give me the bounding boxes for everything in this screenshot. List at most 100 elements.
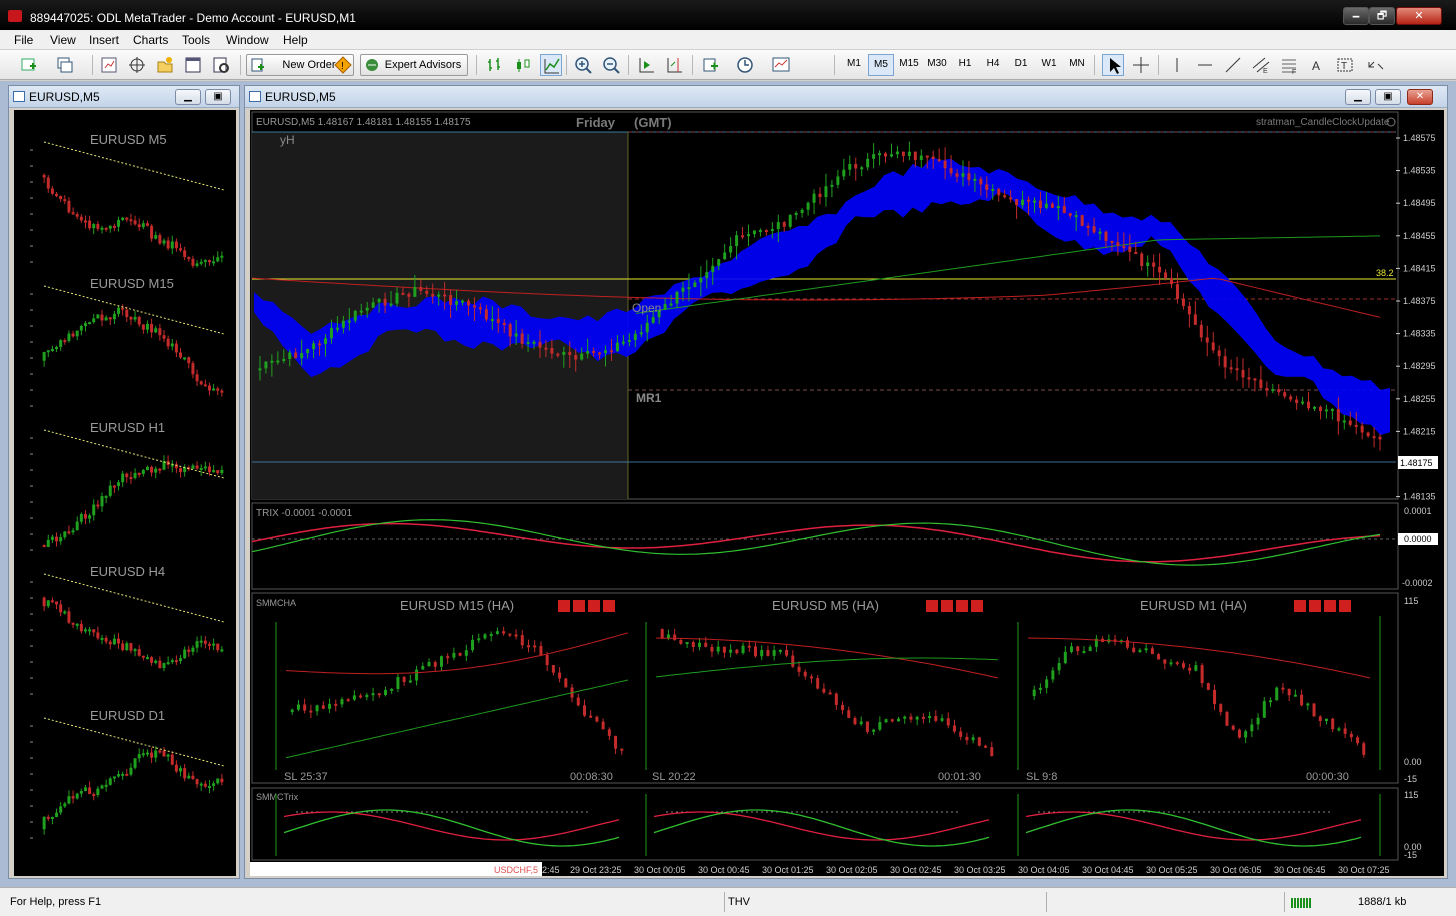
minimize-button[interactable]: 🗕: [1343, 7, 1369, 25]
menu-view[interactable]: View: [50, 33, 76, 47]
periods-icon[interactable]: [734, 54, 756, 76]
left-chart-canvas[interactable]: EURUSD M5 EURUSD M15 EURUSD H1 EURUSD H4…: [14, 110, 236, 876]
terminal-icon[interactable]: [182, 54, 204, 76]
main-chart-close-button[interactable]: ✕: [1407, 89, 1433, 105]
candle-body: [1076, 646, 1080, 652]
arrows-icon[interactable]: [1364, 54, 1386, 76]
auto-scroll-icon[interactable]: [636, 54, 658, 76]
trendline-icon[interactable]: [1222, 54, 1244, 76]
left-chart-window[interactable]: EURUSD,M5 ▁ ▣ EURUSD M5 EURUSD M15 EURUS…: [8, 85, 240, 879]
main-price-chart: EURUSD,M5 1.48167 1.48181 1.48155 1.4817…: [250, 111, 1438, 876]
profiles-icon[interactable]: [54, 54, 76, 76]
candle-body: [884, 153, 888, 157]
candle-body: [466, 300, 470, 306]
candle-body: [179, 468, 183, 473]
candle-body: [1237, 729, 1241, 738]
left-chart-maximize-button[interactable]: ▣: [205, 89, 231, 105]
zoom-out-icon[interactable]: [600, 54, 622, 76]
zoom-in-icon[interactable]: [572, 54, 594, 76]
candle-body: [1217, 350, 1221, 357]
strategy-tester-icon[interactable]: [210, 54, 232, 76]
timeframe-m1[interactable]: M1: [841, 54, 867, 76]
menu-tools[interactable]: Tools: [182, 33, 210, 47]
candle-body: [195, 641, 199, 648]
menu-charts[interactable]: Charts: [133, 33, 168, 47]
candle-body: [1271, 389, 1275, 392]
candle-body: [220, 469, 224, 474]
candle-body: [1200, 665, 1204, 684]
navigator-icon[interactable]: [154, 54, 176, 76]
left-chart-titlebar[interactable]: EURUSD,M5 ▁ ▣: [9, 86, 239, 108]
expert-advisors-button[interactable]: Expert Advisors: [360, 54, 468, 76]
candle-body: [710, 646, 714, 652]
main-chart-minimize-button[interactable]: ▁: [1345, 89, 1371, 105]
candle-body: [651, 317, 655, 323]
menu-file[interactable]: File: [14, 33, 33, 47]
left-chart-minimize-button[interactable]: ▁: [175, 89, 201, 105]
chart-shift-icon[interactable]: [664, 54, 686, 76]
alert-icon[interactable]: !: [332, 54, 354, 76]
timeframe-m30[interactable]: M30: [924, 54, 950, 76]
price-tick-label: 1.48535: [1403, 166, 1436, 176]
candle-body: [955, 173, 959, 177]
candle-body: [533, 645, 537, 648]
candle-body: [199, 467, 203, 470]
menu-help[interactable]: Help: [283, 33, 308, 47]
candle-body: [1003, 195, 1007, 198]
main-chart-window[interactable]: EURUSD,M5 ▁ ▣ ✕ EURUSD,M5 1.48167 1.4818…: [244, 85, 1448, 879]
timeframe-m5[interactable]: M5: [868, 54, 894, 76]
timeframe-m15[interactable]: M15: [896, 54, 922, 76]
vertical-line-icon[interactable]: [1166, 54, 1188, 76]
candle-body: [96, 314, 100, 319]
candle-body: [514, 333, 518, 337]
candle-body: [1104, 231, 1108, 241]
close-button[interactable]: ✕: [1396, 7, 1442, 25]
line-chart-icon[interactable]: [540, 54, 562, 76]
timeframe-d1[interactable]: D1: [1008, 54, 1034, 76]
new-chart-icon[interactable]: [18, 54, 40, 76]
text-icon[interactable]: A: [1306, 54, 1328, 76]
cursor-icon[interactable]: [1102, 54, 1124, 76]
equidistant-channel-icon[interactable]: E: [1250, 54, 1272, 76]
candle-body: [212, 388, 216, 391]
indicators-icon[interactable]: [700, 54, 722, 76]
data-window-icon[interactable]: [126, 54, 148, 76]
main-chart-canvas[interactable]: EURUSD,M5 1.48167 1.48181 1.48155 1.4817…: [250, 110, 1444, 876]
candle-body: [589, 715, 593, 718]
candlestick-icon[interactable]: [512, 54, 534, 76]
candle-body: [723, 252, 727, 260]
candle-body: [1343, 728, 1347, 734]
main-chart-maximize-button[interactable]: ▣: [1375, 89, 1401, 105]
templates-icon[interactable]: [770, 54, 792, 76]
timeframe-h1[interactable]: H1: [952, 54, 978, 76]
candle-body: [556, 353, 560, 356]
candle-body: [915, 716, 919, 720]
horizontal-line-icon[interactable]: [1194, 54, 1216, 76]
candle-body: [303, 704, 307, 711]
timeframe-w1[interactable]: W1: [1036, 54, 1062, 76]
candle-body: [104, 495, 108, 498]
candle-body: [121, 307, 125, 310]
bar-chart-icon[interactable]: [484, 54, 506, 76]
restore-button[interactable]: 🗗: [1369, 7, 1395, 25]
candle-body: [1175, 662, 1179, 665]
ha-red-line: [1027, 637, 1371, 679]
main-chart-titlebar[interactable]: EURUSD,M5 ▁ ▣ ✕: [245, 86, 1447, 108]
timeframe-mn[interactable]: MN: [1064, 54, 1090, 76]
candle-body: [1152, 262, 1156, 267]
candle-body: [158, 235, 162, 244]
candle-body: [897, 718, 901, 722]
crosshair-icon[interactable]: [1130, 54, 1152, 76]
menu-insert[interactable]: Insert: [89, 33, 119, 47]
text-label-icon[interactable]: T: [1334, 54, 1356, 76]
timeframe-h4[interactable]: H4: [980, 54, 1006, 76]
candle-body: [1306, 703, 1310, 706]
fibonacci-icon[interactable]: F: [1278, 54, 1300, 76]
market-watch-icon[interactable]: [98, 54, 120, 76]
chart-tab-usdchf[interactable]: USDCHF,5: [494, 865, 538, 875]
candle-body: [1225, 711, 1229, 726]
candle-body: [55, 193, 59, 197]
menu-window[interactable]: Window: [226, 33, 269, 47]
candle-body: [96, 632, 100, 639]
candle-body: [698, 642, 702, 647]
